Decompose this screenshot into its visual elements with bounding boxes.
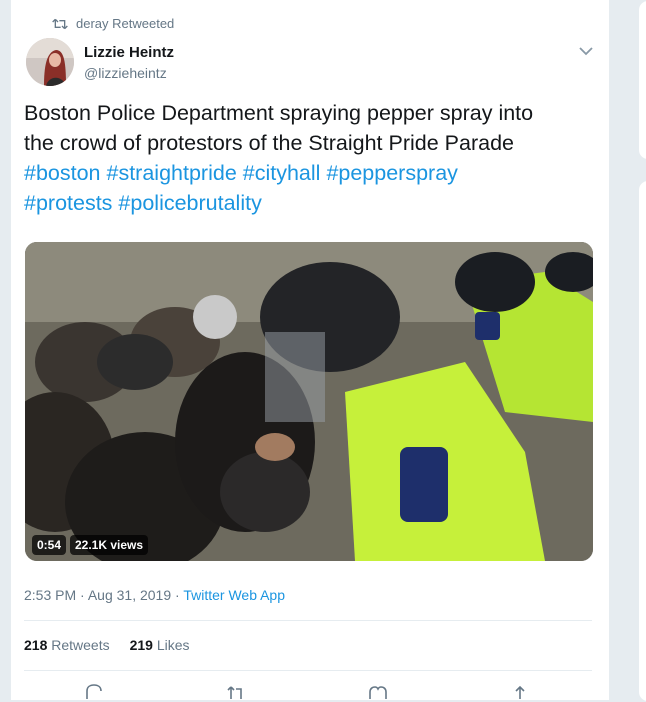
author-name[interactable]: Lizzie Heintz [84,44,174,61]
retweet-icon [52,18,68,29]
hashtag-line: #boston #straightpride #cityhall #pepper… [24,158,584,188]
hashtag-link[interactable]: #policebrutality [118,191,261,215]
divider [24,620,592,621]
retweets-count: 218 [24,637,48,653]
likes-stat[interactable]: 219 Likes [130,637,190,653]
avatar[interactable] [26,38,74,86]
tweet-meta: 2:53 PM · Aug 31, 2019 · Twitter Web App [24,587,285,603]
sidebar-panel-lower [638,180,646,702]
hashtag-link[interactable]: #pepperspray [326,161,457,185]
chevron-down-icon[interactable] [576,42,596,60]
meta-separator: · [175,587,180,603]
meta-separator: · [80,587,85,603]
hashtag-line: #protests #policebrutality [24,188,584,218]
hashtag-link[interactable]: #protests [24,191,112,215]
tweet-text-line: Boston Police Department spraying pepper… [24,101,534,125]
author-handle[interactable]: @lizzieheintz [84,65,167,81]
retweet-icon[interactable] [226,683,246,699]
video-duration-badge: 0:54 [32,535,67,555]
sidebar-panel [638,0,646,160]
retweet-context-text[interactable]: deray Retweeted [76,16,174,31]
tweet-actions [24,683,584,699]
retweets-stat[interactable]: 218 Retweets [24,637,110,653]
retweet-context: deray Retweeted [52,16,174,31]
video-frame [25,242,593,561]
tweet-time[interactable]: 2:53 PM [24,587,76,603]
hashtag-link[interactable]: #boston [24,161,101,185]
like-icon[interactable] [368,683,388,699]
retweets-label: Retweets [51,637,110,653]
hashtag-link[interactable]: #cityhall [243,161,321,185]
likes-label: Likes [156,637,190,653]
tweet-text-line: the crowd of protestors of the Straight … [24,131,514,155]
tweet-text: Boston Police Department spraying pepper… [24,98,584,218]
tweet-source-link[interactable]: Twitter Web App [183,587,285,603]
hashtag-link[interactable]: #straightpride [107,161,237,185]
share-icon[interactable] [510,683,530,699]
video-views-badge: 22.1K views [70,535,149,555]
tweet-date[interactable]: Aug 31, 2019 [88,587,171,603]
tweet-stats: 218 Retweets 219 Likes [24,637,190,653]
likes-count: 219 [129,637,153,653]
divider [24,670,592,671]
reply-icon[interactable] [84,683,104,699]
video-player[interactable] [25,242,593,561]
